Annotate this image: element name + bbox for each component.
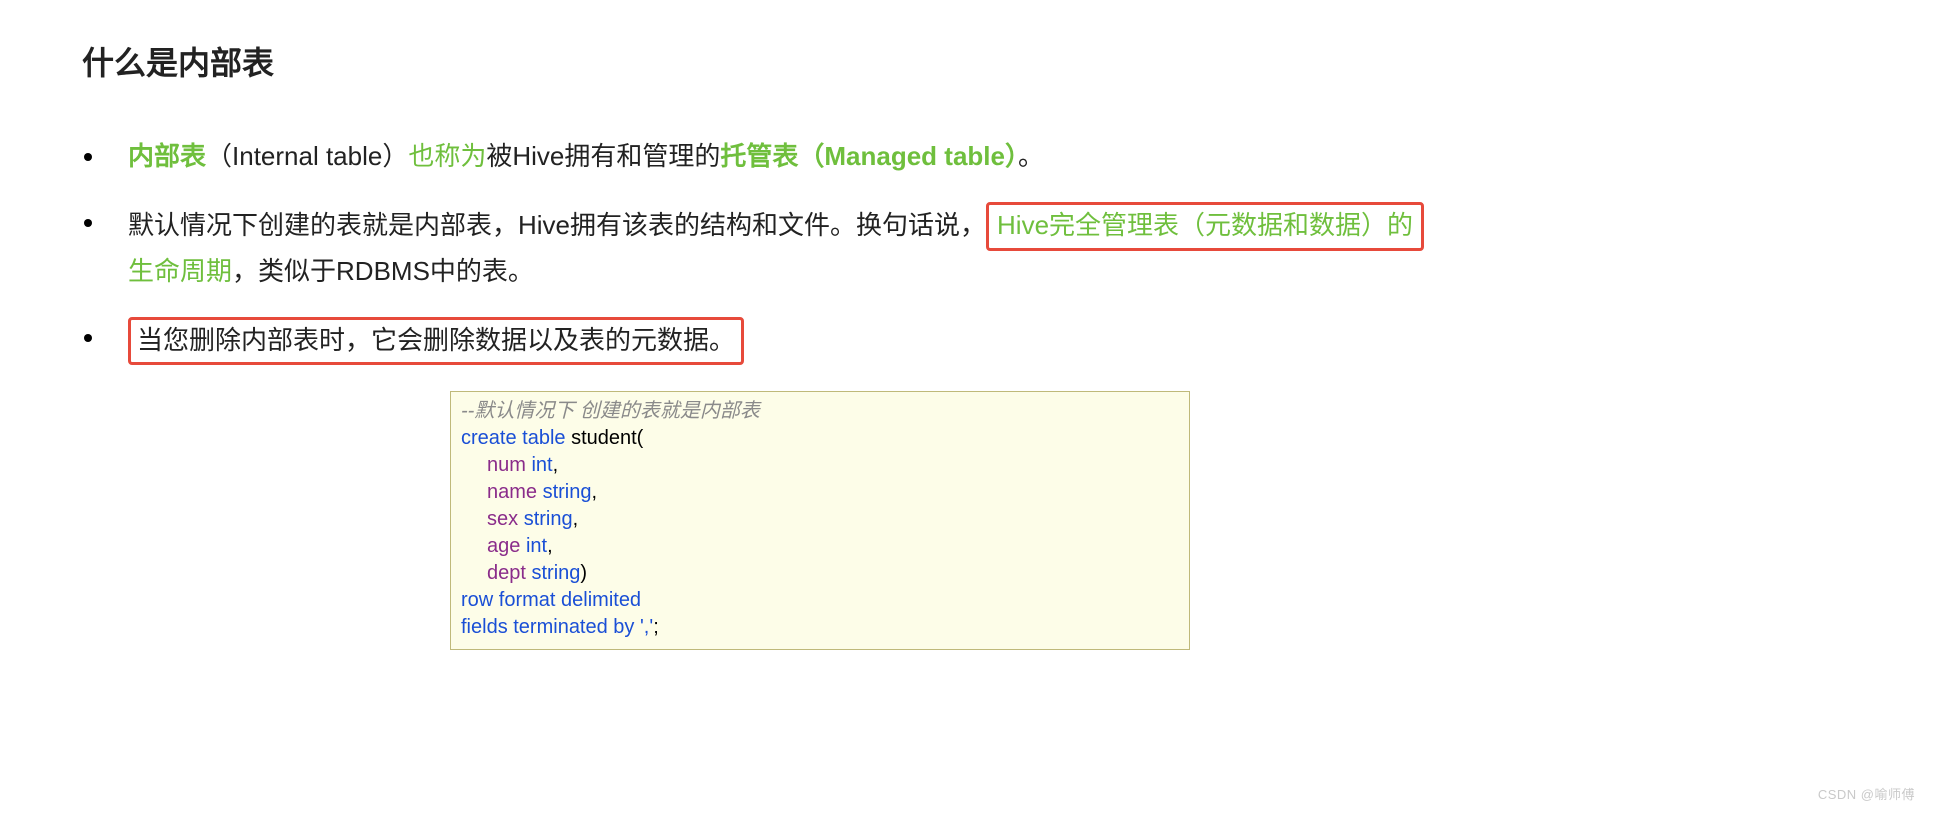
text-green: 也称为 bbox=[408, 141, 486, 171]
code-keyword: fields terminated by bbox=[461, 616, 640, 638]
code-keyword: create table bbox=[461, 427, 571, 449]
text: 默认情况下创建的表就是内部表，Hive拥有该表的结构和文件。换句话说， bbox=[128, 210, 986, 240]
text: （Internal table） bbox=[206, 141, 408, 171]
bullet-body-1: 内部表（Internal table）也称为被Hive拥有和管理的托管表（Man… bbox=[128, 136, 1578, 176]
code-type: int bbox=[526, 535, 547, 557]
code-comment: --默认情况下 创建的表就是内部表 bbox=[461, 400, 760, 422]
bullet-item-1: 内部表（Internal table）也称为被Hive拥有和管理的托管表（Man… bbox=[84, 136, 1855, 176]
code-punct: , bbox=[592, 481, 598, 503]
code-punct: ; bbox=[653, 616, 659, 638]
code-type: int bbox=[531, 454, 552, 476]
code-column: dept bbox=[487, 562, 531, 584]
code-column: name bbox=[487, 481, 543, 503]
text-green-bold: 托管表（Managed table） bbox=[720, 141, 1018, 171]
code-column: age bbox=[487, 535, 526, 557]
code-ident: student( bbox=[571, 427, 643, 449]
bullet-list: 内部表（Internal table）也称为被Hive拥有和管理的托管表（Man… bbox=[80, 136, 1855, 365]
code-type: string bbox=[543, 481, 592, 503]
bullet-body-2: 默认情况下创建的表就是内部表，Hive拥有该表的结构和文件。换句话说， Hive完… bbox=[128, 202, 1578, 291]
code-column: num bbox=[487, 454, 531, 476]
text: 当您删除内部表时，它会删除数据以及表的元数据。 bbox=[137, 325, 735, 355]
bullet-item-3: 当您删除内部表时，它会删除数据以及表的元数据。 bbox=[84, 317, 1855, 365]
bullet-item-2: 默认情况下创建的表就是内部表，Hive拥有该表的结构和文件。换句话说， Hive完… bbox=[84, 202, 1855, 291]
highlight-box: Hive完全管理表（元数据和数据）的 bbox=[986, 202, 1424, 250]
text-green: Hive完全管理表（元数据和数据）的 bbox=[997, 210, 1413, 240]
code-block: --默认情况下 创建的表就是内部表 create table student( … bbox=[450, 391, 1190, 650]
code-punct: , bbox=[547, 535, 553, 557]
code-string: ',' bbox=[640, 616, 653, 638]
code-type: string bbox=[531, 562, 580, 584]
text-green: 生命周期 bbox=[128, 256, 232, 286]
code-punct: , bbox=[573, 508, 579, 530]
text: 被Hive拥有和管理的 bbox=[486, 141, 720, 171]
code-type: string bbox=[524, 508, 573, 530]
watermark: CSDN @喻师傅 bbox=[1818, 784, 1915, 803]
text-green-bold: 内部表 bbox=[128, 141, 206, 171]
text: ，类似于RDBMS中的表。 bbox=[232, 256, 534, 286]
code-column: sex bbox=[487, 508, 524, 530]
bullet-dot-icon bbox=[84, 153, 92, 161]
document-page: 什么是内部表 内部表（Internal table）也称为被Hive拥有和管理的… bbox=[0, 0, 1935, 813]
bullet-dot-icon bbox=[84, 334, 92, 342]
text: 。 bbox=[1018, 141, 1044, 171]
page-title: 什么是内部表 bbox=[82, 38, 1855, 84]
code-punct: , bbox=[553, 454, 559, 476]
code-keyword: row format delimited bbox=[461, 589, 641, 611]
highlight-box: 当您删除内部表时，它会删除数据以及表的元数据。 bbox=[128, 317, 744, 365]
bullet-dot-icon bbox=[84, 219, 92, 227]
code-punct: ) bbox=[580, 562, 587, 584]
bullet-body-3: 当您删除内部表时，它会删除数据以及表的元数据。 bbox=[128, 317, 1578, 365]
